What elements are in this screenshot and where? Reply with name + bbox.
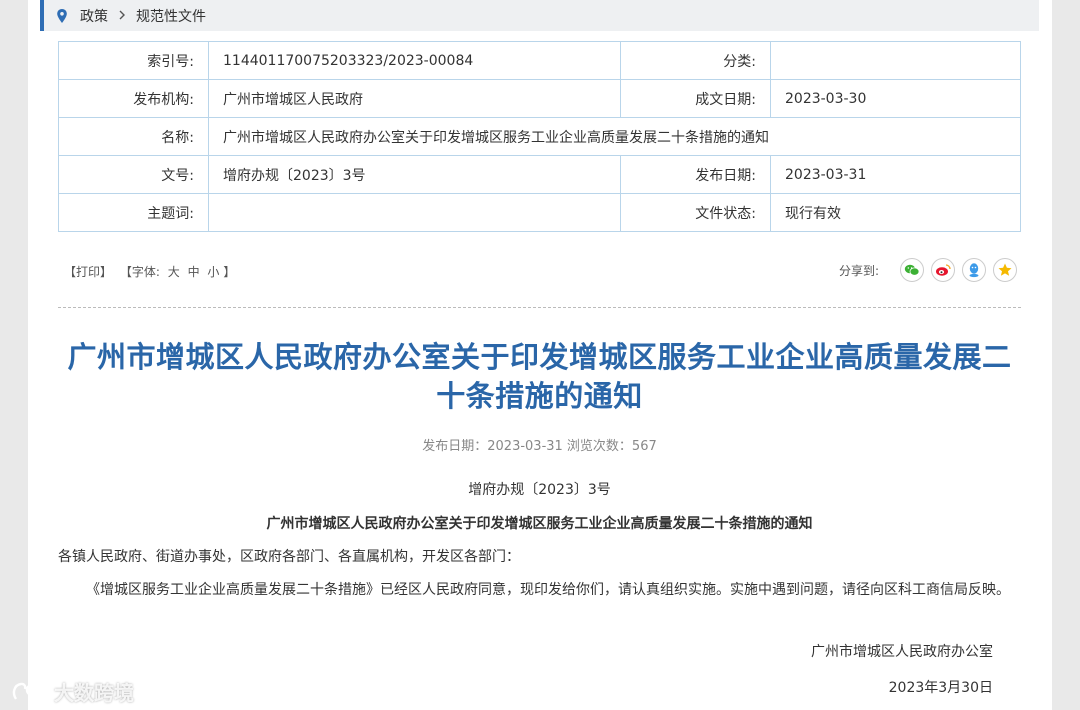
doc-no-label: 文号: xyxy=(58,155,209,194)
name-label: 名称: xyxy=(58,117,209,156)
publish-date-value: 2023-03-31 xyxy=(770,155,1021,194)
table-row: 发布机构: 广州市增城区人民政府 成文日期: 2023-03-30 xyxy=(58,79,1021,118)
article-publish-info: 发布日期：2023-03-31 浏览次数：567 xyxy=(422,439,657,454)
article-body: 《增城区服务工业企业高质量发展二十条措施》已经区人民政府同意，现印发给你们，请认… xyxy=(86,582,1010,598)
qq-icon[interactable] xyxy=(962,258,986,282)
font-size-suffix: 】 xyxy=(223,265,236,279)
page-container: 政策 规范性文件 索引号: 114401170075203323/2023-00… xyxy=(28,0,1052,710)
qzone-icon[interactable] xyxy=(993,258,1017,282)
subject-value xyxy=(208,193,621,232)
breadcrumb-link-normative-docs[interactable]: 规范性文件 xyxy=(136,6,206,26)
article-signer: 广州市增城区人民政府办公室 xyxy=(811,644,993,660)
share-label: 分享到: xyxy=(838,263,879,278)
article-subtitle: 广州市增城区人民政府办公室关于印发增城区服务工业企业高质量发展二十条措施的通知 xyxy=(266,516,813,532)
written-date-label: 成文日期: xyxy=(620,79,771,118)
article-addressee: 各镇人民政府、街道办事处，区政府各部门、各直属机构，开发区各部门： xyxy=(58,549,520,565)
written-date-value: 2023-03-30 xyxy=(770,79,1021,118)
article-title: 广州市增城区人民政府办公室关于印发增城区服务工业企业高质量发展二十条措施的通知 xyxy=(67,340,1012,413)
dashed-divider xyxy=(58,307,1021,308)
breadcrumb: 政策 规范性文件 xyxy=(40,0,1039,31)
status-value: 现行有效 xyxy=(770,193,1021,232)
print-button[interactable]: 【打印】 xyxy=(64,265,112,279)
table-row: 文号: 增府办规〔2023〕3号 发布日期: 2023-03-31 xyxy=(58,155,1021,194)
breadcrumb-link-policy[interactable]: 政策 xyxy=(80,6,108,26)
watermark-text: 大数跨境 xyxy=(54,681,134,705)
index-label: 索引号: xyxy=(58,41,209,80)
toolbar-left: 【打印】 【字体: 大 中 小】 xyxy=(64,263,239,280)
article-toolbar: 【打印】 【字体: 大 中 小】 分享到: xyxy=(58,258,1021,286)
table-row: 主题词: 文件状态: 现行有效 xyxy=(58,193,1021,232)
chevron-right-icon xyxy=(118,8,126,24)
name-value: 广州市增城区人民政府办公室关于印发增城区服务工业企业高质量发展二十条措施的通知 xyxy=(208,117,1021,156)
category-value xyxy=(770,41,1021,80)
subject-label: 主题词: xyxy=(58,193,209,232)
doc-no-value: 增府办规〔2023〕3号 xyxy=(208,155,621,194)
font-medium-button[interactable]: 中 xyxy=(188,265,200,279)
table-row: 索引号: 114401170075203323/2023-00084 分类: xyxy=(58,41,1021,80)
issuer-value: 广州市增城区人民政府 xyxy=(208,79,621,118)
font-small-button[interactable]: 小 xyxy=(207,265,219,279)
watermark: 大数跨境 xyxy=(10,677,134,706)
status-label: 文件状态: xyxy=(620,193,771,232)
index-value: 114401170075203323/2023-00084 xyxy=(208,41,621,80)
document-meta-table: 索引号: 114401170075203323/2023-00084 分类: 发… xyxy=(58,41,1021,232)
publish-date-label: 发布日期: xyxy=(620,155,771,194)
wechat-icon[interactable] xyxy=(900,258,924,282)
weibo-icon[interactable] xyxy=(931,258,955,282)
issuer-label: 发布机构: xyxy=(58,79,209,118)
location-pin-icon xyxy=(54,8,70,24)
share-bar: 分享到: xyxy=(839,258,1017,282)
article-date: 2023年3月30日 xyxy=(888,680,993,696)
category-label: 分类: xyxy=(620,41,771,80)
article-doc-no: 增府办规〔2023〕3号 xyxy=(468,482,611,498)
watermark-logo-icon xyxy=(10,679,50,705)
font-large-button[interactable]: 大 xyxy=(168,265,180,279)
table-row: 名称: 广州市增城区人民政府办公室关于印发增城区服务工业企业高质量发展二十条措施… xyxy=(58,117,1021,156)
font-size-prefix: 【字体: xyxy=(119,265,160,279)
